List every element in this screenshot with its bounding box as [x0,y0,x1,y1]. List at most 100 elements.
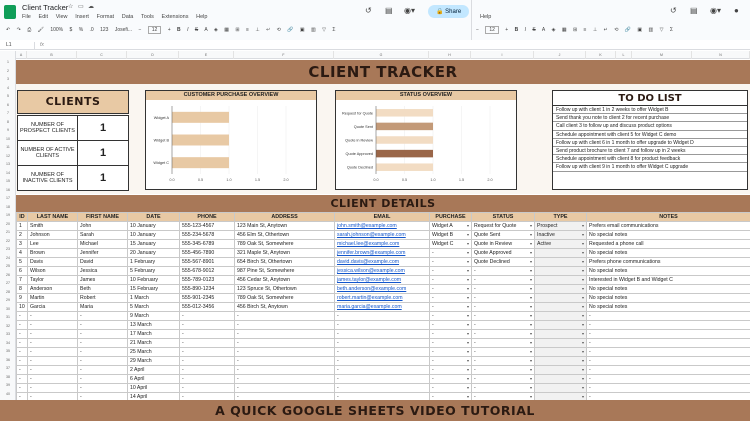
table-cell[interactable]: - [179,329,235,339]
table-cell[interactable]: - [179,347,235,357]
table-cell[interactable]: James [77,275,128,285]
row-number[interactable]: 6 [0,103,16,107]
dropdown-chevron-icon[interactable]: ▾ [530,367,532,374]
table-cell[interactable]: - [179,311,235,321]
table-cell[interactable]: - ▾ [471,347,535,357]
dropdown-chevron-icon[interactable]: ▾ [582,295,584,302]
table-cell[interactable]: David [77,257,128,267]
table-cell[interactable]: - ▾ [429,293,472,303]
table-cell[interactable]: - [179,383,235,393]
table-cell[interactable]: david.davis@example.com [334,257,430,267]
dropdown-chevron-icon[interactable]: ▾ [530,295,532,302]
table-cell[interactable]: No special notes [586,266,750,276]
row-number[interactable]: 16 [0,188,16,192]
table-row[interactable]: 1 Smith John 10 January 555-123-4567 123 Main… [16,221,750,231]
table-cell[interactable]: - [77,356,128,366]
dropdown-chevron-icon[interactable]: ▾ [467,241,469,248]
table-cell[interactable]: 10 [16,302,28,312]
row-number[interactable]: 8 [0,120,16,124]
table-cell[interactable]: 555-567-8901 [179,257,235,267]
font-size-input[interactable]: 12 [147,26,162,34]
dropdown-chevron-icon[interactable]: ▾ [582,376,584,383]
row-number[interactable]: 36 [0,358,16,362]
table-cell[interactable]: - [586,374,750,384]
table-cell[interactable]: 25 March [127,347,180,357]
table-cell[interactable]: 15 January [127,239,180,249]
dropdown-chevron-icon[interactable]: ▾ [582,358,584,365]
dropdown-chevron-icon[interactable]: ▾ [530,340,532,347]
dropdown-chevron-icon[interactable]: ▾ [467,286,469,293]
table-cell[interactable]: No special notes [586,230,750,240]
dropdown-chevron-icon[interactable]: ▾ [582,250,584,257]
table-cell[interactable]: - [586,329,750,339]
borders-icon-right[interactable]: ▦ [562,27,567,33]
font-size-input-right[interactable]: 12 [485,26,499,34]
table-cell[interactable]: 10 January [127,221,180,231]
table-cell[interactable]: 5 March [127,302,180,312]
row-number[interactable]: 4 [0,86,16,90]
table-cell[interactable]: james.taylor@example.com [334,275,430,285]
functions-icon-right[interactable]: Σ [670,27,673,33]
table-cell[interactable]: ▾ [534,347,587,357]
todo-item[interactable]: Send product brochure to client 7 and fo… [553,147,747,156]
table-cell[interactable]: - [16,374,28,384]
row-number[interactable]: 7 [0,111,16,115]
table-cell[interactable]: ▾ [534,356,587,366]
row-number[interactable]: 10 [0,137,16,141]
table-cell[interactable]: - [334,356,430,366]
table-cell[interactable]: - [27,365,78,375]
table-cell[interactable]: - ▾ [429,266,472,276]
table-cell[interactable]: ▾ [534,248,587,258]
table-cell[interactable]: sarah.johnson@example.com [334,230,430,240]
row-number[interactable]: 20 [0,222,16,226]
table-cell[interactable]: Brown [27,248,78,258]
table-cell[interactable]: - [77,338,128,348]
column-header-n[interactable]: N [692,51,750,59]
table-cell[interactable]: - [77,383,128,393]
dropdown-chevron-icon[interactable]: ▾ [530,286,532,293]
table-cell[interactable]: - [334,320,430,330]
dropdown-chevron-icon[interactable]: ▾ [582,259,584,266]
table-cell[interactable]: Quote Sent ▾ [471,230,535,240]
table-cell[interactable]: Quote Approved ▾ [471,248,535,258]
table-cell[interactable]: ▾ [534,374,587,384]
table-row[interactable]: - - -25 March - - - - ▾ - ▾ ▾ - [16,347,750,357]
column-header-address[interactable]: ADDRESS [234,212,335,222]
table-row[interactable]: - - -10 April - - - - ▾ - ▾ ▾ - [16,383,750,393]
table-cell[interactable]: 6 [16,266,28,276]
dropdown-chevron-icon[interactable]: ▾ [582,241,584,248]
row-number[interactable]: 19 [0,213,16,217]
table-cell[interactable]: 321 Maple St, Anytown [234,248,335,258]
menu-insert[interactable]: Insert [75,14,89,20]
table-cell[interactable]: Quote Declined ▾ [471,257,535,267]
table-cell[interactable]: 789 Oak St, Somewhere [234,293,335,303]
merge-icon[interactable]: ⊞ [235,27,239,33]
todo-item[interactable]: Follow up with client 9 in 1 month to of… [553,163,747,172]
table-cell[interactable]: - [16,365,28,375]
column-header-l[interactable]: L [616,51,632,59]
table-cell[interactable]: - ▾ [429,329,472,339]
dropdown-chevron-icon[interactable]: ▾ [582,385,584,392]
table-cell[interactable]: No special notes [586,284,750,294]
table-cell[interactable]: - [27,338,78,348]
dropdown-chevron-icon[interactable]: ▾ [530,376,532,383]
dropdown-chevron-icon[interactable]: ▾ [467,232,469,239]
folder-icon[interactable]: ▭ [78,3,84,10]
menu-view[interactable]: View [56,14,68,20]
column-header-id[interactable]: ID [16,212,28,222]
table-cell[interactable]: 654 Birch St, Othertown [234,257,335,267]
dropdown-chevron-icon[interactable]: ▾ [582,367,584,374]
print-icon[interactable]: ⎙ [27,27,31,33]
valign-icon-right[interactable]: ⊥ [593,27,597,33]
menu-help[interactable]: Help [196,14,207,20]
dropdown-chevron-icon[interactable]: ▾ [582,268,584,275]
redo-icon[interactable]: ↷ [17,27,21,33]
table-cell[interactable]: john.smith@example.com [334,221,430,231]
table-cell[interactable]: 9 [16,293,28,303]
table-cell[interactable]: - ▾ [471,365,535,375]
column-header-m[interactable]: M [632,51,692,59]
table-row[interactable]: 6 Wilson Jessica 5 February 555-678-9012 987 … [16,266,750,276]
table-cell[interactable]: 2 [16,230,28,240]
dropdown-chevron-icon[interactable]: ▾ [582,340,584,347]
column-header-d[interactable]: D [127,51,179,59]
